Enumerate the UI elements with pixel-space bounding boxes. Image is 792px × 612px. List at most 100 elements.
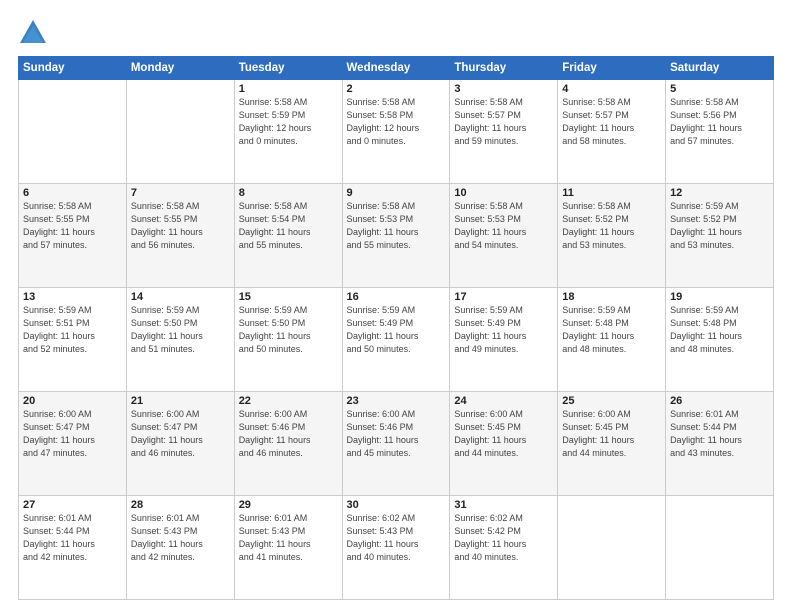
calendar-cell: 27Sunrise: 6:01 AM Sunset: 5:44 PM Dayli… xyxy=(19,496,127,600)
day-number: 7 xyxy=(131,187,230,199)
calendar-cell: 20Sunrise: 6:00 AM Sunset: 5:47 PM Dayli… xyxy=(19,392,127,496)
day-number: 19 xyxy=(670,291,769,303)
col-header-sunday: Sunday xyxy=(19,57,127,80)
calendar-cell: 1Sunrise: 5:58 AM Sunset: 5:59 PM Daylig… xyxy=(234,80,342,184)
calendar-cell: 13Sunrise: 5:59 AM Sunset: 5:51 PM Dayli… xyxy=(19,288,127,392)
day-number: 5 xyxy=(670,83,769,95)
day-number: 9 xyxy=(347,187,446,199)
calendar-cell: 11Sunrise: 5:58 AM Sunset: 5:52 PM Dayli… xyxy=(558,184,666,288)
calendar-cell: 22Sunrise: 6:00 AM Sunset: 5:46 PM Dayli… xyxy=(234,392,342,496)
calendar-row: 6Sunrise: 5:58 AM Sunset: 5:55 PM Daylig… xyxy=(19,184,774,288)
cell-info: Sunrise: 5:59 AM Sunset: 5:50 PM Dayligh… xyxy=(131,304,230,356)
cell-info: Sunrise: 6:00 AM Sunset: 5:47 PM Dayligh… xyxy=(23,408,122,460)
cell-info: Sunrise: 5:59 AM Sunset: 5:48 PM Dayligh… xyxy=(562,304,661,356)
calendar-cell: 31Sunrise: 6:02 AM Sunset: 5:42 PM Dayli… xyxy=(450,496,558,600)
day-number: 14 xyxy=(131,291,230,303)
cell-info: Sunrise: 6:00 AM Sunset: 5:46 PM Dayligh… xyxy=(347,408,446,460)
day-number: 23 xyxy=(347,395,446,407)
calendar-cell: 6Sunrise: 5:58 AM Sunset: 5:55 PM Daylig… xyxy=(19,184,127,288)
calendar-cell: 24Sunrise: 6:00 AM Sunset: 5:45 PM Dayli… xyxy=(450,392,558,496)
cell-info: Sunrise: 6:00 AM Sunset: 5:45 PM Dayligh… xyxy=(454,408,553,460)
day-number: 17 xyxy=(454,291,553,303)
calendar-cell: 16Sunrise: 5:59 AM Sunset: 5:49 PM Dayli… xyxy=(342,288,450,392)
calendar-row: 20Sunrise: 6:00 AM Sunset: 5:47 PM Dayli… xyxy=(19,392,774,496)
day-number: 6 xyxy=(23,187,122,199)
cell-info: Sunrise: 5:58 AM Sunset: 5:59 PM Dayligh… xyxy=(239,96,338,148)
day-number: 11 xyxy=(562,187,661,199)
col-header-saturday: Saturday xyxy=(666,57,774,80)
cell-info: Sunrise: 6:01 AM Sunset: 5:43 PM Dayligh… xyxy=(131,512,230,564)
day-number: 4 xyxy=(562,83,661,95)
cell-info: Sunrise: 6:02 AM Sunset: 5:42 PM Dayligh… xyxy=(454,512,553,564)
calendar-cell: 26Sunrise: 6:01 AM Sunset: 5:44 PM Dayli… xyxy=(666,392,774,496)
day-number: 24 xyxy=(454,395,553,407)
cell-info: Sunrise: 5:59 AM Sunset: 5:50 PM Dayligh… xyxy=(239,304,338,356)
day-number: 21 xyxy=(131,395,230,407)
cell-info: Sunrise: 5:59 AM Sunset: 5:51 PM Dayligh… xyxy=(23,304,122,356)
cell-info: Sunrise: 6:01 AM Sunset: 5:44 PM Dayligh… xyxy=(23,512,122,564)
day-number: 2 xyxy=(347,83,446,95)
cell-info: Sunrise: 5:58 AM Sunset: 5:52 PM Dayligh… xyxy=(562,200,661,252)
day-number: 28 xyxy=(131,499,230,511)
calendar-cell xyxy=(558,496,666,600)
col-header-thursday: Thursday xyxy=(450,57,558,80)
col-header-friday: Friday xyxy=(558,57,666,80)
day-number: 31 xyxy=(454,499,553,511)
page: SundayMondayTuesdayWednesdayThursdayFrid… xyxy=(0,0,792,612)
calendar-row: 1Sunrise: 5:58 AM Sunset: 5:59 PM Daylig… xyxy=(19,80,774,184)
calendar-cell: 2Sunrise: 5:58 AM Sunset: 5:58 PM Daylig… xyxy=(342,80,450,184)
cell-info: Sunrise: 5:58 AM Sunset: 5:55 PM Dayligh… xyxy=(23,200,122,252)
col-header-tuesday: Tuesday xyxy=(234,57,342,80)
calendar-cell xyxy=(126,80,234,184)
day-number: 12 xyxy=(670,187,769,199)
cell-info: Sunrise: 5:58 AM Sunset: 5:58 PM Dayligh… xyxy=(347,96,446,148)
calendar-cell: 9Sunrise: 5:58 AM Sunset: 5:53 PM Daylig… xyxy=(342,184,450,288)
cell-info: Sunrise: 5:58 AM Sunset: 5:53 PM Dayligh… xyxy=(454,200,553,252)
calendar-row: 13Sunrise: 5:59 AM Sunset: 5:51 PM Dayli… xyxy=(19,288,774,392)
calendar-cell: 14Sunrise: 5:59 AM Sunset: 5:50 PM Dayli… xyxy=(126,288,234,392)
cell-info: Sunrise: 6:01 AM Sunset: 5:44 PM Dayligh… xyxy=(670,408,769,460)
calendar-table: SundayMondayTuesdayWednesdayThursdayFrid… xyxy=(18,56,774,600)
cell-info: Sunrise: 6:02 AM Sunset: 5:43 PM Dayligh… xyxy=(347,512,446,564)
logo-icon xyxy=(18,18,48,48)
cell-info: Sunrise: 6:01 AM Sunset: 5:43 PM Dayligh… xyxy=(239,512,338,564)
cell-info: Sunrise: 5:59 AM Sunset: 5:49 PM Dayligh… xyxy=(454,304,553,356)
day-number: 13 xyxy=(23,291,122,303)
day-number: 3 xyxy=(454,83,553,95)
day-number: 22 xyxy=(239,395,338,407)
calendar-cell: 4Sunrise: 5:58 AM Sunset: 5:57 PM Daylig… xyxy=(558,80,666,184)
calendar-cell: 12Sunrise: 5:59 AM Sunset: 5:52 PM Dayli… xyxy=(666,184,774,288)
cell-info: Sunrise: 5:58 AM Sunset: 5:54 PM Dayligh… xyxy=(239,200,338,252)
calendar-cell: 21Sunrise: 6:00 AM Sunset: 5:47 PM Dayli… xyxy=(126,392,234,496)
cell-info: Sunrise: 5:58 AM Sunset: 5:56 PM Dayligh… xyxy=(670,96,769,148)
calendar-row: 27Sunrise: 6:01 AM Sunset: 5:44 PM Dayli… xyxy=(19,496,774,600)
col-header-monday: Monday xyxy=(126,57,234,80)
calendar-cell: 8Sunrise: 5:58 AM Sunset: 5:54 PM Daylig… xyxy=(234,184,342,288)
calendar-cell: 7Sunrise: 5:58 AM Sunset: 5:55 PM Daylig… xyxy=(126,184,234,288)
calendar-cell xyxy=(19,80,127,184)
calendar-cell: 30Sunrise: 6:02 AM Sunset: 5:43 PM Dayli… xyxy=(342,496,450,600)
cell-info: Sunrise: 6:00 AM Sunset: 5:46 PM Dayligh… xyxy=(239,408,338,460)
day-number: 20 xyxy=(23,395,122,407)
day-number: 10 xyxy=(454,187,553,199)
calendar-cell: 28Sunrise: 6:01 AM Sunset: 5:43 PM Dayli… xyxy=(126,496,234,600)
day-number: 30 xyxy=(347,499,446,511)
col-header-wednesday: Wednesday xyxy=(342,57,450,80)
calendar-cell: 5Sunrise: 5:58 AM Sunset: 5:56 PM Daylig… xyxy=(666,80,774,184)
day-number: 27 xyxy=(23,499,122,511)
cell-info: Sunrise: 5:58 AM Sunset: 5:55 PM Dayligh… xyxy=(131,200,230,252)
day-number: 26 xyxy=(670,395,769,407)
calendar-cell: 15Sunrise: 5:59 AM Sunset: 5:50 PM Dayli… xyxy=(234,288,342,392)
cell-info: Sunrise: 5:58 AM Sunset: 5:53 PM Dayligh… xyxy=(347,200,446,252)
cell-info: Sunrise: 6:00 AM Sunset: 5:45 PM Dayligh… xyxy=(562,408,661,460)
logo xyxy=(18,18,52,48)
day-number: 29 xyxy=(239,499,338,511)
day-number: 15 xyxy=(239,291,338,303)
calendar-cell: 10Sunrise: 5:58 AM Sunset: 5:53 PM Dayli… xyxy=(450,184,558,288)
calendar-cell: 25Sunrise: 6:00 AM Sunset: 5:45 PM Dayli… xyxy=(558,392,666,496)
calendar-cell: 29Sunrise: 6:01 AM Sunset: 5:43 PM Dayli… xyxy=(234,496,342,600)
cell-info: Sunrise: 5:58 AM Sunset: 5:57 PM Dayligh… xyxy=(562,96,661,148)
day-number: 25 xyxy=(562,395,661,407)
cell-info: Sunrise: 5:58 AM Sunset: 5:57 PM Dayligh… xyxy=(454,96,553,148)
cell-info: Sunrise: 5:59 AM Sunset: 5:49 PM Dayligh… xyxy=(347,304,446,356)
